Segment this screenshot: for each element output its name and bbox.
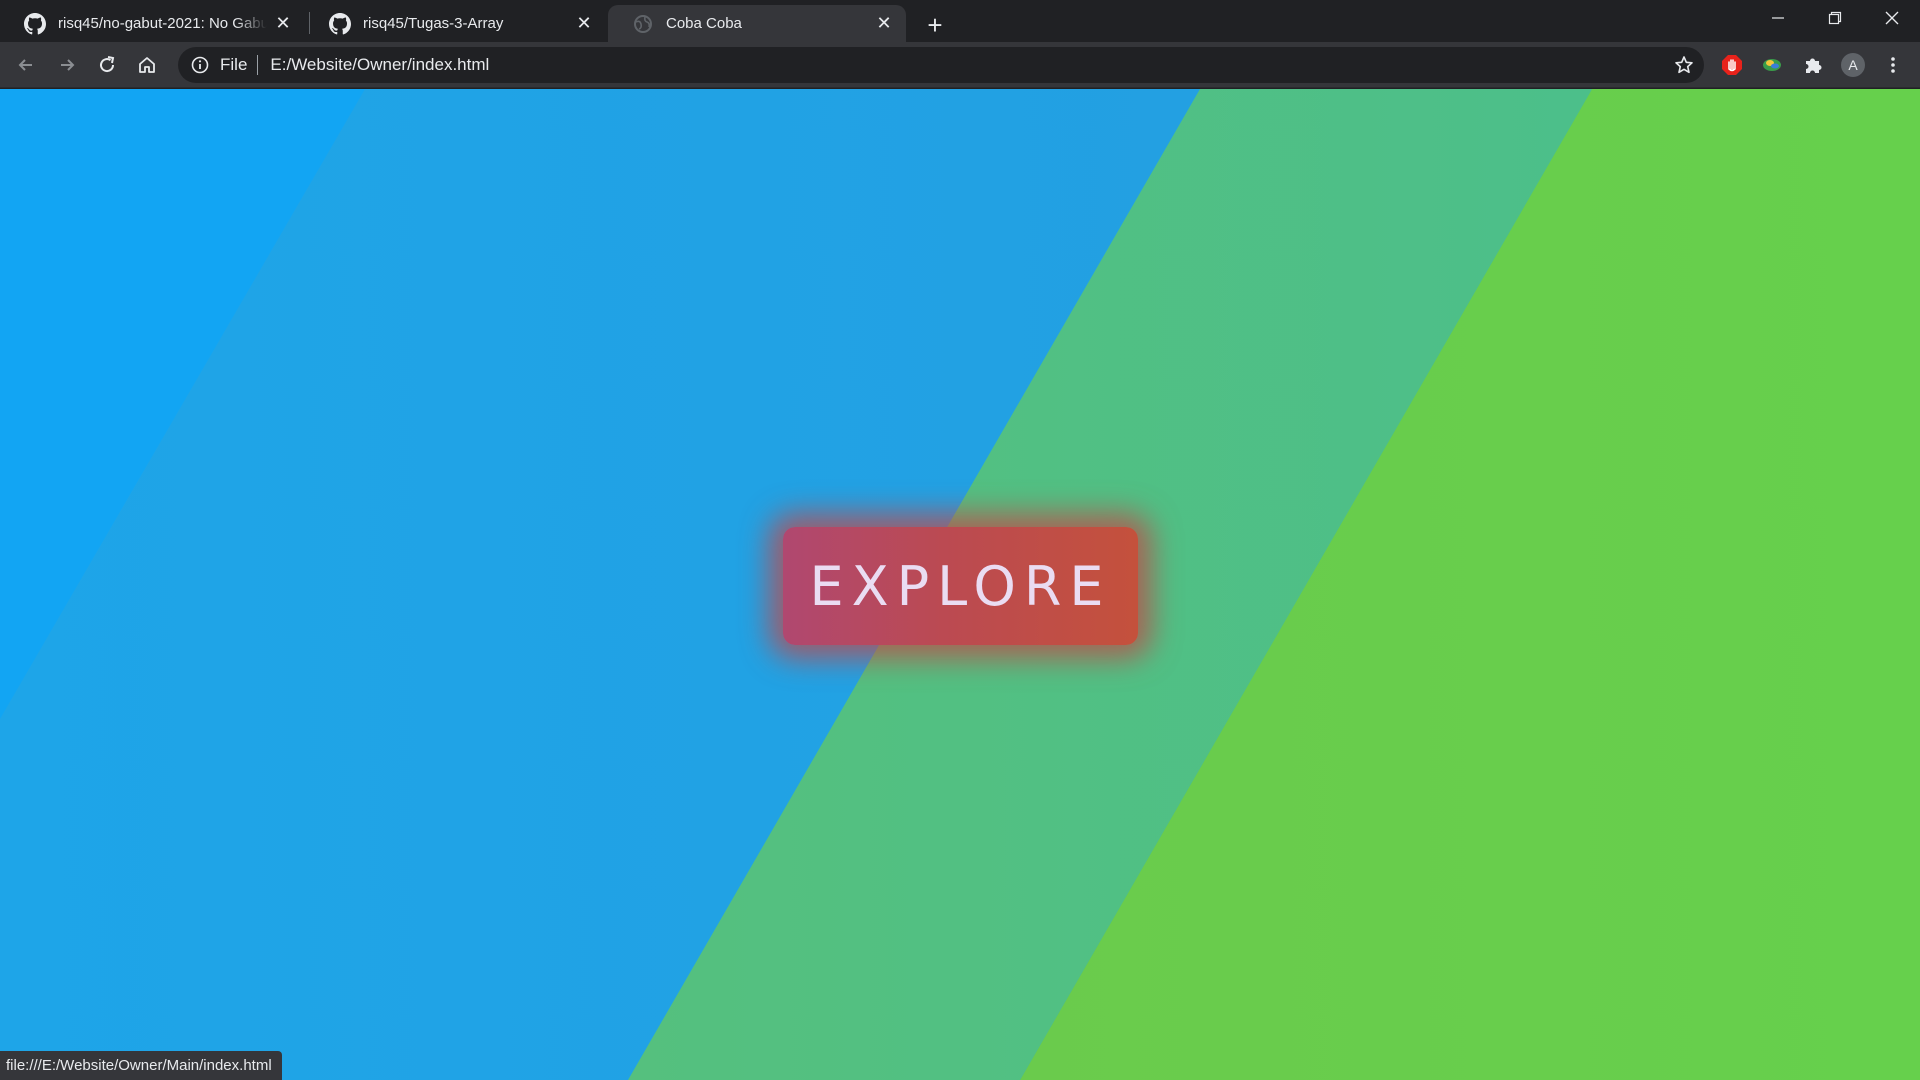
tab-title: Coba Coba <box>666 15 742 32</box>
tab-title: risq45/Tugas-3-Array <box>363 15 504 32</box>
back-button[interactable] <box>10 49 42 81</box>
extension-adblock-button[interactable] <box>1716 49 1748 81</box>
page-viewport: EXPLORE <box>0 89 1920 1080</box>
url-text[interactable]: E:/Website/Owner/index.html <box>270 55 489 75</box>
tab-title: risq45/no-gabut-2021: No Gabut <box>58 15 267 32</box>
restore-button[interactable] <box>1806 0 1863 36</box>
puzzle-piece-icon <box>1806 58 1822 73</box>
explore-button[interactable]: EXPLORE <box>783 527 1138 645</box>
close-icon <box>1885 11 1898 25</box>
info-icon[interactable] <box>190 55 210 75</box>
omnibox-divider <box>257 55 259 75</box>
status-bubble: file:///E:/Website/Owner/Main/index.html <box>0 1051 282 1080</box>
globe-icon <box>632 13 654 35</box>
extensions-menu-button[interactable] <box>1797 49 1829 81</box>
avatar: A <box>1841 53 1865 77</box>
address-bar[interactable]: File E:/Website/Owner/index.html <box>178 47 1704 83</box>
close-tab-icon[interactable]: ✕ <box>271 12 295 36</box>
avatar-initial: A <box>1848 57 1858 73</box>
extension-logo-icon <box>1763 59 1781 71</box>
tab-tugas-3-array[interactable]: risq45/Tugas-3-Array ✕ <box>305 5 606 42</box>
new-tab-button[interactable]: + <box>918 8 952 42</box>
scheme-chip[interactable]: File <box>220 55 247 75</box>
close-tab-icon[interactable]: ✕ <box>872 12 896 36</box>
more-vert-icon <box>1891 57 1895 73</box>
stop-hand-icon <box>1722 55 1742 75</box>
tab-coba-coba[interactable]: Coba Coba ✕ <box>608 5 906 42</box>
restore-icon <box>1828 11 1841 25</box>
arrow-right-icon <box>61 59 75 71</box>
minimize-button[interactable] <box>1749 0 1806 36</box>
browser-toolbar: File E:/Website/Owner/index.html A <box>0 42 1920 88</box>
github-icon <box>329 12 351 35</box>
close-tab-icon[interactable]: ✕ <box>572 12 596 36</box>
arrow-left-icon <box>18 59 32 71</box>
reload-icon <box>100 56 115 73</box>
bookmark-star-icon[interactable] <box>1672 53 1696 77</box>
tab-no-gabut[interactable]: risq45/no-gabut-2021: No Gabut ✕ <box>0 5 305 42</box>
minimize-icon <box>1771 17 1784 19</box>
close-window-button[interactable] <box>1863 0 1920 36</box>
tab-strip: risq45/no-gabut-2021: No Gabut ✕ risq45/… <box>0 0 1920 42</box>
forward-button[interactable] <box>51 49 83 81</box>
profile-button[interactable]: A <box>1837 49 1869 81</box>
home-icon <box>139 57 155 73</box>
browser-menu-button[interactable] <box>1877 49 1909 81</box>
reload-button[interactable] <box>91 49 123 81</box>
github-icon <box>24 12 46 35</box>
extension-colorful-button[interactable] <box>1756 49 1788 81</box>
home-button[interactable] <box>131 49 163 81</box>
